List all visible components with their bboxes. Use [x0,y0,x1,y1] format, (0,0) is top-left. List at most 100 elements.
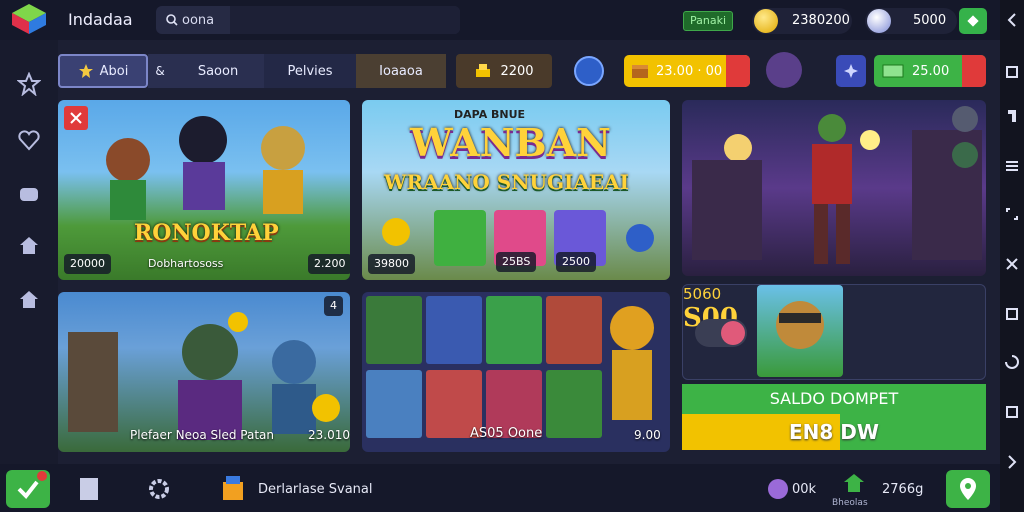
gem-stat-icon [768,479,788,499]
coin-balance: 2380200 [752,8,852,34]
game-card-collection[interactable]: AS05 Oone 9.00 [362,292,670,452]
heroes-art [106,116,305,220]
gold-coin-icon [754,9,778,33]
character-tile[interactable] [366,296,422,364]
game-card-wanban[interactable]: DAPA BNUE WANBAN WRAANO SNUGIAEAI 39800 … [362,100,670,280]
panel-button[interactable]: Panaki [683,11,733,31]
card-badge: 2500 [556,252,596,272]
search-bar[interactable]: oona [156,6,460,34]
character-tile[interactable] [366,370,422,438]
house-icon[interactable] [17,288,41,312]
note-icon[interactable] [1004,108,1020,124]
card-price: 39800 [368,254,415,274]
tab-label: Saoon [197,63,239,79]
card-caption: AS05 Oone [470,426,543,441]
card-title: WANBAN [410,120,611,165]
location-button[interactable] [946,470,990,508]
reward-pill-2[interactable]: 25.00 [874,55,986,87]
boost-icon[interactable] [836,55,866,87]
checklist-button[interactable] [6,470,50,508]
right-rail [1000,0,1024,512]
minimize-icon[interactable] [1004,306,1020,322]
card-subtitle: Dobhartososs [148,257,224,270]
cash-icon [882,64,904,78]
wallet-balance-value[interactable]: EN8 DW [682,414,986,450]
left-sidebar [0,40,58,464]
card-badge: 25BS [496,252,537,272]
tab-aboi[interactable]: Aboi [58,54,148,88]
card-price: 20000 [64,254,111,274]
settings-icon[interactable] [952,106,978,132]
expand-icon[interactable] [1004,206,1020,222]
treasure-icon [632,65,648,78]
stat-2-sub: Bheolas [832,498,868,508]
check-icon [17,471,47,500]
gem-balance: 5000 [865,8,957,34]
card-banner: RONOKTAP [134,220,279,246]
game-card-hero-night[interactable] [682,100,986,276]
gear-icon[interactable] [146,476,172,502]
menu-icon[interactable] [1004,158,1020,174]
miner-art [610,306,654,420]
toggle-switch[interactable] [695,319,747,347]
tab-ioaaoa[interactable]: Ioaaoa [356,54,446,88]
app-logo-icon [12,4,46,34]
document-icon[interactable] [76,476,102,502]
heart-button[interactable] [962,55,986,87]
home-stat-icon [844,474,864,492]
character-portrait [776,301,824,349]
stat-2: 2766g [882,482,924,497]
gold-amount: 2200 [500,63,534,79]
badge-icon: 4 [324,296,343,316]
bottom-label: Derlarlase Svanal [258,482,373,497]
sparkle-icon [844,64,858,78]
offer-panel[interactable]: 5060 S00 [682,284,986,380]
leaf-icon[interactable] [952,142,978,168]
app-title: Indadaa [68,10,133,29]
heart-button[interactable] [726,55,750,87]
character-badge-icon[interactable] [766,52,802,88]
close-icon[interactable] [64,106,88,130]
character-tile[interactable] [426,296,482,364]
tab-pelvies[interactable]: Pelvies [264,54,356,88]
heart-icon[interactable] [17,128,41,152]
star-icon[interactable] [17,72,41,96]
coin-icon [382,218,410,246]
stat-1: 00k [792,482,817,497]
reward-value-2: 25.00 [912,63,950,79]
window-icon[interactable] [1004,404,1020,420]
character-tile[interactable] [546,370,602,438]
gem-balance-value: 5000 [913,13,947,28]
character-tile[interactable] [546,296,602,364]
bottom-bar: Derlarlase Svanal 00k Bheolas 2766g [0,464,1000,512]
reward-pill-1[interactable]: 23.00 · 00 [624,55,750,87]
card-price: 23.010 [308,428,350,442]
close-icon[interactable] [1004,256,1020,272]
game-card-villain[interactable]: 4 Plefaer Neoa Sled Patan 23.010 [58,292,350,452]
add-currency-button[interactable] [959,8,987,34]
rotate-icon[interactable] [1004,354,1020,370]
search-text: oona [182,12,215,28]
tab-separator: & [148,54,172,88]
character-tile[interactable] [486,296,542,364]
offer-character [757,285,843,377]
top-bar: Indadaa oona Panaki 2380200 5000 [0,0,1000,40]
hero-art [692,114,982,264]
gold-amount-pill: 2200 [456,54,552,88]
tab-saoon[interactable]: Saoon [172,54,264,88]
store-icon[interactable] [220,474,246,502]
globe-icon[interactable] [574,56,604,86]
game-card-ronoktap[interactable]: RONOKTAP 20000 Dobhartososs 2.200 [58,100,350,280]
search-input[interactable] [230,6,460,34]
resize-icon[interactable] [1004,64,1020,80]
search-icon [166,14,178,26]
arrow-right-icon[interactable] [1004,454,1020,470]
gamepad-icon[interactable] [17,182,41,206]
avatar-icon [867,9,891,33]
character-tile[interactable] [434,210,486,266]
tab-label: Aboi [99,63,129,79]
play-icon[interactable] [626,224,654,252]
home-icon[interactable] [17,234,41,258]
chevron-left-icon[interactable] [1004,12,1020,28]
wallet-balance-title: SALDO DOMPET [682,384,986,414]
